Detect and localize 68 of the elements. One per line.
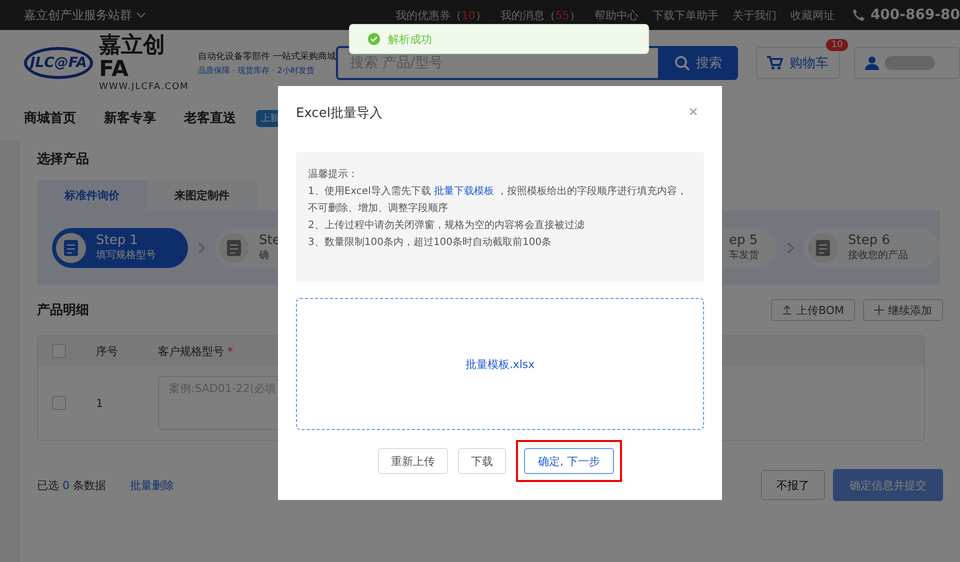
search-button[interactable]: 搜索 — [658, 46, 738, 80]
nav-link[interactable]: 新客专享 — [104, 109, 156, 127]
phone-number: 400-869-80 — [870, 7, 960, 23]
dialog-button[interactable]: 下载 — [458, 448, 506, 474]
checkbox[interactable] — [52, 396, 66, 410]
file-link[interactable]: 批量模板.xlsx — [465, 356, 535, 372]
upload-area[interactable]: 批量模板.xlsx — [296, 298, 704, 430]
top-link[interactable]: 我的消息（55） — [500, 8, 580, 22]
document-icon — [808, 232, 838, 262]
top-link[interactable]: 下载下单助手 — [652, 8, 718, 22]
submit-button[interactable]: 确定信息并提交 — [833, 469, 943, 501]
features: 品质保障 · 现货库存 · 2小时发货 — [198, 65, 316, 76]
plus-icon — [874, 305, 884, 315]
close-button[interactable]: × — [682, 103, 704, 123]
top-link[interactable]: 关于我们 — [732, 8, 776, 22]
user-icon — [864, 56, 879, 70]
nav-link[interactable]: 老客直送 — [184, 109, 236, 127]
selection-summary: 已选 0 条数据 — [37, 478, 106, 492]
bulk-delete-link[interactable]: 批量删除 — [130, 478, 174, 492]
document-icon — [219, 232, 249, 262]
table-cell-text: 1 — [96, 396, 104, 410]
brand-name: 嘉立创FA — [99, 34, 166, 82]
template-download-link[interactable]: 批量下载模板 — [434, 186, 494, 197]
document-icon — [56, 232, 86, 262]
chevron-icon — [787, 242, 794, 254]
column-header: 序号 — [96, 344, 119, 358]
success-icon — [368, 33, 380, 45]
column-header: 客户规格型号 * — [158, 344, 233, 358]
phone-icon — [852, 8, 866, 22]
section-title: 产品明细 — [37, 302, 89, 319]
nav-link[interactable]: 商城首页 — [24, 109, 76, 127]
search-icon — [674, 55, 690, 71]
step-title: ep 5 — [729, 233, 759, 248]
tip-title: 温馨提示： — [308, 168, 359, 182]
cart-button[interactable]: 购物车 — [756, 47, 840, 79]
product-tab[interactable]: 来图定制件 — [147, 180, 257, 210]
step-title: Step 6 — [848, 233, 892, 248]
confirm-button[interactable]: 确定, 下一步 — [524, 448, 614, 474]
site-url: WWW.JLCFA.COM — [99, 82, 190, 92]
top-link[interactable]: 我的优惠券（10） — [395, 8, 486, 22]
step-subtitle: 确 — [259, 249, 270, 262]
site-menu[interactable]: 嘉立创产业服务站群 — [24, 6, 146, 24]
slogan: 自动化设备零部件 一站式采购商城 — [198, 50, 336, 63]
cart-count-badge: 10 — [826, 39, 848, 51]
dialog-button[interactable]: 重新上传 — [378, 448, 448, 474]
chevron-icon — [198, 242, 205, 254]
top-link[interactable]: 帮助中心 — [594, 8, 638, 22]
upload-icon — [782, 305, 792, 315]
checkbox[interactable] — [52, 344, 66, 358]
step-subtitle: 车发货 — [729, 248, 759, 262]
product-tab[interactable]: 标准件询价 — [37, 180, 147, 210]
step-subtitle: 填写规格型号 — [96, 248, 156, 262]
tip-text: 2、上传过程中请勿关闭弹窗，规格为空的内容将会直接被过滤 — [308, 218, 586, 233]
action-button[interactable]: 上传BOM — [771, 299, 855, 321]
action-button[interactable]: 继续添加 — [863, 299, 943, 321]
cart-icon — [767, 56, 784, 70]
user-button[interactable] — [854, 47, 960, 79]
step-subtitle: 接收您的产品 — [848, 248, 908, 262]
chevron-down-icon — [136, 12, 146, 18]
tip-text: 1、使用Excel导入需先下载 批量下载模板 ，按照模板给出的字段顺序进行填充内容，不可删除、增加、调整字段顺序 — [308, 184, 688, 216]
tip-text: 3、数量限制100条内，超过100条时自动截取前100条 — [308, 236, 553, 250]
cancel-button[interactable]: 不报了 — [761, 470, 825, 500]
top-link[interactable]: 收藏网址 — [790, 8, 834, 22]
section-title: 选择产品 — [37, 150, 90, 168]
logo-mark: JLC@FA — [24, 47, 93, 79]
step-title: Step 1 — [96, 233, 140, 248]
toast-message: 解析成功 — [388, 32, 432, 46]
dialog-title: Excel批量导入 — [296, 105, 382, 122]
